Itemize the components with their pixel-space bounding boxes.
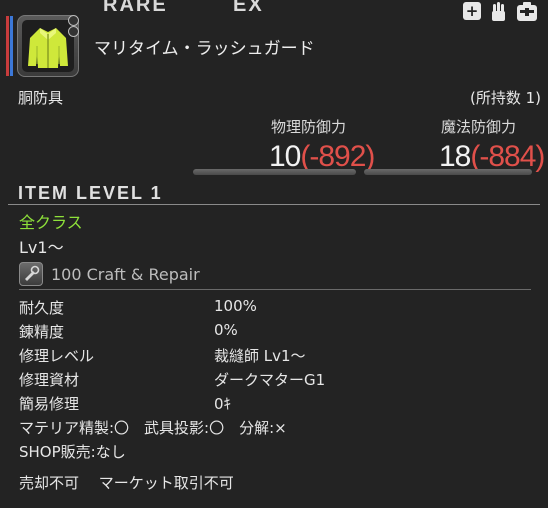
item-icon-frame[interactable] (17, 15, 79, 77)
rarity-label: RARE (103, 0, 168, 16)
repair-material-value: ダークマターG1 (214, 371, 326, 389)
owned-count: (所持数 1) (469, 89, 541, 107)
stripe-blue (10, 16, 13, 76)
quick-repair-value: 0ｷ (214, 395, 232, 413)
materia-slot-icon (68, 26, 79, 37)
magic-defense-bar (364, 169, 532, 175)
spiritbond-value: 0% (214, 321, 238, 339)
plus-icon[interactable]: + (463, 2, 481, 20)
hand-icon[interactable] (488, 1, 510, 23)
shop-sale-line: SHOP販売:なし (19, 443, 126, 461)
level-requirement: Lv1～ (19, 238, 64, 257)
repair-level-value: 裁縫師 Lv1～ (214, 347, 306, 365)
physical-defense-label: 物理防御力 (271, 118, 347, 136)
repair-level-label: 修理レベル (19, 347, 95, 365)
item-name: マリタイム・ラッシュガード (94, 39, 315, 59)
spiritbond-label: 錬精度 (19, 323, 65, 341)
magic-defense-label: 魔法防御力 (441, 118, 517, 136)
craft-repair-icon (19, 262, 43, 286)
inventory-icon[interactable] (516, 2, 538, 22)
physical-defense-bar (193, 169, 356, 175)
materia-slot-icon (68, 15, 79, 26)
trade-restrictions-line: 売却不可 マーケット取引不可 (19, 474, 234, 492)
craft-repair-label: 100 Craft & Repair (51, 265, 200, 284)
jacket-icon (22, 20, 74, 72)
materia-meld-line: マテリア精製:〇 武具投影:〇 分解:× (19, 419, 287, 437)
class-restriction: 全クラス (19, 213, 83, 232)
durability-value: 100% (214, 297, 257, 315)
stripe-red (6, 16, 9, 76)
quick-repair-label: 簡易修理 (19, 395, 80, 413)
item-level: ITEM LEVEL 1 (18, 183, 163, 203)
ex-label: EX (233, 0, 264, 16)
repair-material-label: 修理資材 (19, 371, 80, 389)
divider (19, 289, 531, 290)
durability-label: 耐久度 (19, 299, 65, 317)
divider (8, 204, 540, 205)
item-category: 胴防具 (18, 89, 64, 107)
